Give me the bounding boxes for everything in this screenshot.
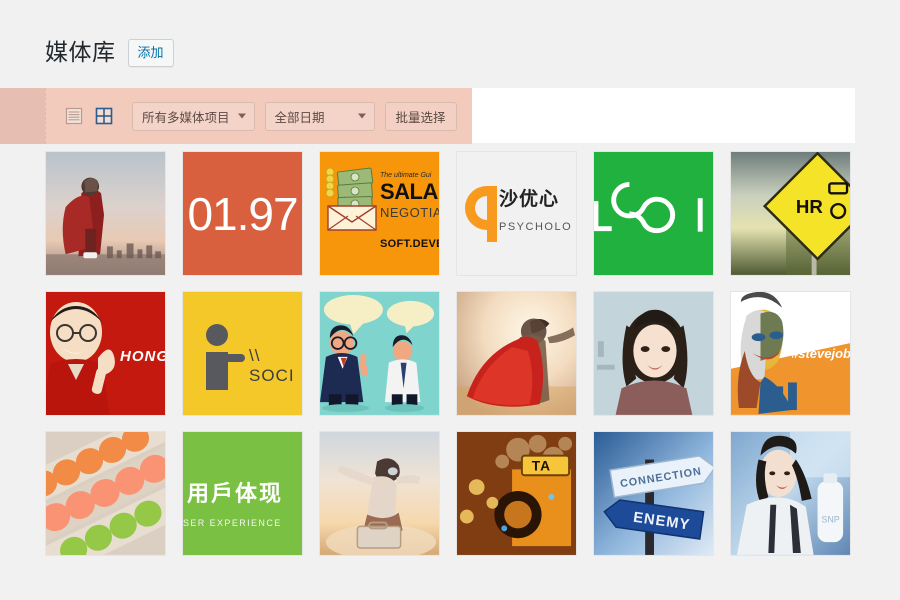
thumbnail: SNP <box>731 432 850 555</box>
media-item-kid-red-cape-sunset[interactable] <box>456 291 577 416</box>
bulk-select-button[interactable]: 批量选择 <box>384 101 457 131</box>
media-item-woman-blue-background[interactable]: SNP <box>730 431 851 556</box>
media-item-taxi-night-lights[interactable]: TA <box>456 431 577 556</box>
search-area[interactable] <box>472 88 855 143</box>
money-envelope-illustration <box>325 167 377 231</box>
date-filter-select[interactable]: 全部日期 <box>264 101 375 131</box>
taxi-night-image: TA <box>457 432 576 555</box>
page-title-row: 媒体库 添加 <box>45 38 174 68</box>
chevron-down-icon <box>357 113 366 119</box>
ux-cn-text: 用戶体现 <box>187 481 284 506</box>
hr-sign-text: HR <box>796 196 823 217</box>
salary-subtitle: NEGOTIA <box>380 205 439 220</box>
thumbnail: TA <box>457 432 576 555</box>
thumbnail: The ultimate Gui SALA NEGOTIA SOFT.DEVE <box>320 152 439 275</box>
superhero-girl-rooftop-image <box>46 152 165 275</box>
ux-en-text: SER EXPERIENCE <box>183 518 282 528</box>
a-mark-icon <box>465 186 497 242</box>
media-item-hr-road-sign[interactable]: HR <box>730 151 851 276</box>
media-library-page: 媒体库 添加 所有多媒体项目 全部日期 批量选择 01.97 The ultim… <box>0 0 900 600</box>
thumbnail: HR <box>731 152 850 275</box>
media-item-number-01-97[interactable]: 01.97 <box>182 151 303 276</box>
hr-road-sign-image: HR <box>731 152 850 275</box>
media-item-superhero-girl-rooftop[interactable] <box>45 151 166 276</box>
thumbnail: 01.97 <box>183 152 302 275</box>
number-01-97-image: 01.97 <box>183 152 302 275</box>
page-title: 媒体库 <box>45 39 116 65</box>
media-type-filter-value: 所有多媒体项目 <box>142 110 230 125</box>
media-item-connection-enemy-signs[interactable]: CONNECTION ENEMY <box>593 431 714 556</box>
thumbnail <box>457 292 576 415</box>
search-input[interactable] <box>472 88 855 143</box>
toolbar-controls: 所有多媒体项目 全部日期 批量选择 <box>62 88 457 144</box>
social-text: \\ SOCI <box>249 346 295 385</box>
bottle-label-text: SNP <box>821 514 839 524</box>
chevron-down-icon <box>237 113 246 119</box>
thumbnail <box>594 152 713 275</box>
thumbnail <box>46 152 165 275</box>
thumbnail: CONNECTION ENEMY <box>594 432 713 555</box>
kid-red-cape-image <box>457 292 576 415</box>
steve-jobs-hashtag: #stevejob <box>791 346 850 361</box>
bulk-select-label: 批量选择 <box>395 110 446 125</box>
user-experience-image: 用戶体现 SER EXPERIENCE <box>183 432 302 555</box>
media-item-kid-flying-suitcase[interactable] <box>319 431 440 556</box>
connection-enemy-signs-image: CONNECTION ENEMY <box>594 432 713 555</box>
media-item-hong-portrait-red[interactable]: HONG <box>45 291 166 416</box>
macarons-image <box>46 432 165 555</box>
thumbnail <box>46 432 165 555</box>
social-person-image: \\ SOCI <box>183 292 302 415</box>
media-item-social-person-yellow[interactable]: \\ SOCI <box>182 291 303 416</box>
media-item-young-woman-portrait[interactable] <box>593 291 714 416</box>
psychology-en-text: PSYCHOLO <box>499 221 573 233</box>
salary-footer: SOFT.DEVE <box>380 238 439 250</box>
thumbnail: #stevejob <box>731 292 850 415</box>
toolbar-highlight-left-edge <box>0 88 45 144</box>
person-icon <box>206 324 245 390</box>
salary-title: SALA <box>380 179 438 204</box>
thumbnail: \\ SOCI <box>183 292 302 415</box>
number-text: 01.97 <box>187 187 298 240</box>
young-woman-portrait-image <box>594 292 713 415</box>
media-toolbar: 所有多媒体项目 全部日期 批量选择 <box>0 88 900 144</box>
hong-text: HONG <box>120 348 165 365</box>
media-item-steve-jobs-popart[interactable]: #stevejob <box>730 291 851 416</box>
media-item-psychology-logo[interactable]: 沙优心 PSYCHOLO <box>456 151 577 276</box>
view-mode-switch <box>62 104 116 128</box>
media-item-green-loop-logo[interactable] <box>593 151 714 276</box>
psychology-logo-image: 沙优心 PSYCHOLO <box>457 152 576 275</box>
woman-blue-background-image: SNP <box>731 432 850 555</box>
thumbnail: 用戶体现 SER EXPERIENCE <box>183 432 302 555</box>
thumbnail: HONG <box>46 292 165 415</box>
green-loop-logo-image <box>594 152 713 275</box>
thumbnail <box>320 432 439 555</box>
add-media-button[interactable]: 添加 <box>127 38 174 68</box>
thumbnail <box>320 292 439 415</box>
waving-man-illustration <box>46 302 115 415</box>
salary-negotiation-image: The ultimate Gui SALA NEGOTIA SOFT.DEVE <box>320 152 439 275</box>
steve-jobs-popart-image: #stevejob <box>731 292 850 415</box>
thumbnail: 沙优心 PSYCHOLO <box>457 152 576 275</box>
date-filter-value: 全部日期 <box>274 110 325 125</box>
taxi-sign-text: TA <box>532 458 551 473</box>
hong-portrait-image: HONG <box>46 292 165 415</box>
salary-tagline: The ultimate Gui <box>380 172 432 179</box>
grid-view-icon[interactable] <box>92 104 116 128</box>
thumbnail <box>594 292 713 415</box>
media-type-filter-select[interactable]: 所有多媒体项目 <box>132 101 255 131</box>
media-grid: 01.97 The ultimate Gui SALA NEGOTIA SOFT… <box>45 151 900 556</box>
page-header: 媒体库 添加 <box>0 0 900 88</box>
kid-flying-suitcase-image <box>320 432 439 555</box>
media-item-businessmen-speech-bubbles[interactable] <box>319 291 440 416</box>
psychology-cn-text: 沙优心 <box>499 189 560 210</box>
list-view-icon[interactable] <box>62 104 86 128</box>
media-item-salary-negotiation-cover[interactable]: The ultimate Gui SALA NEGOTIA SOFT.DEVE <box>319 151 440 276</box>
media-item-user-experience-green[interactable]: 用戶体现 SER EXPERIENCE <box>182 431 303 556</box>
media-item-macarons-tray[interactable] <box>45 431 166 556</box>
businessmen-illustration <box>320 292 439 415</box>
